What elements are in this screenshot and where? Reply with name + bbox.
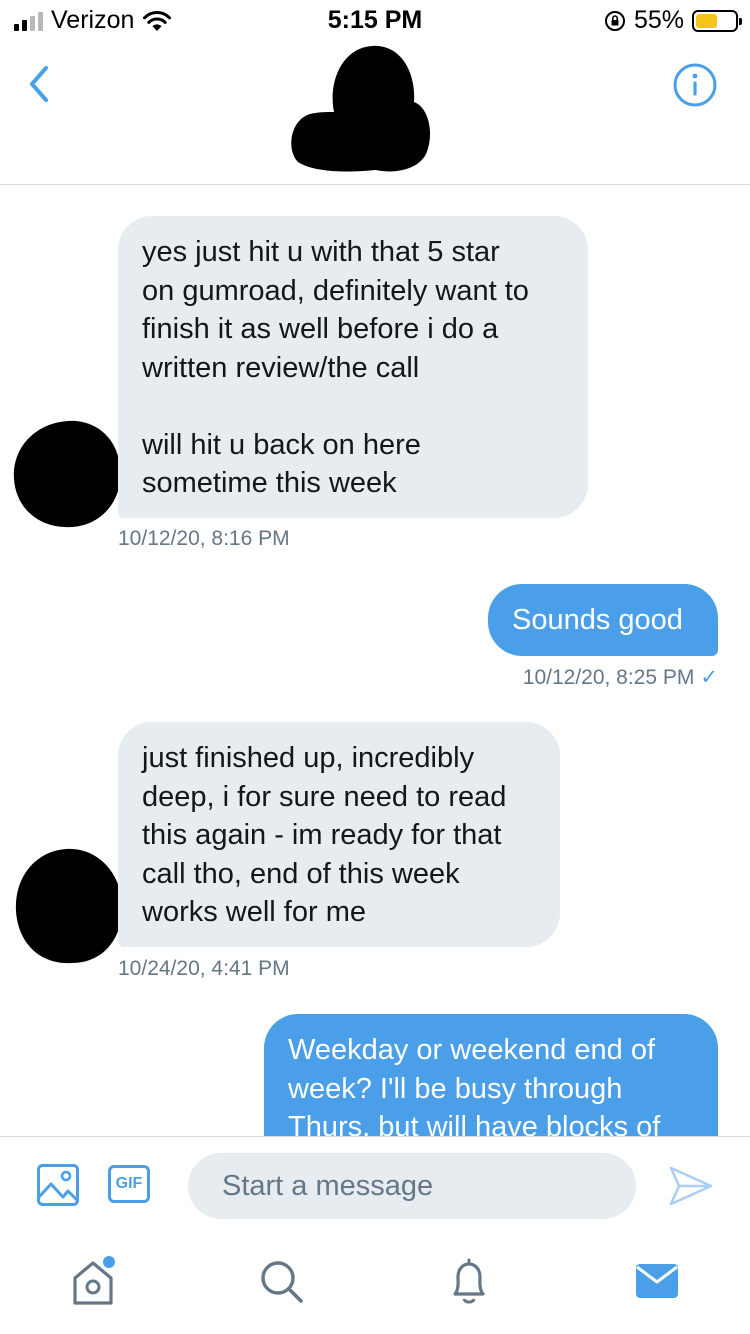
message-timestamp: 10/12/20, 8:16 PM — [118, 527, 290, 550]
message-bubble-incoming[interactable]: yes just hit u with that 5 star on gumro… — [118, 216, 588, 518]
gif-button[interactable]: GIF — [108, 1165, 150, 1203]
message-bubble-incoming[interactable]: just finished up, incredibly deep, i for… — [118, 722, 560, 947]
image-icon[interactable] — [36, 1163, 80, 1207]
send-icon[interactable] — [668, 1165, 714, 1207]
status-right: 55% — [604, 6, 742, 35]
info-icon[interactable] — [672, 62, 718, 108]
search-icon[interactable] — [254, 1254, 308, 1308]
message-thread[interactable]: yes just hit u with that 5 star on gumro… — [0, 185, 750, 1136]
conversation-header — [0, 40, 750, 185]
status-bar: Verizon 5:15 PM 55% — [0, 0, 750, 40]
read-receipt-icon: ✓ — [700, 666, 718, 689]
battery-level — [696, 13, 717, 28]
home-icon[interactable] — [66, 1254, 120, 1308]
battery-percent: 55% — [633, 6, 684, 34]
notification-dot — [103, 1256, 115, 1268]
message-bubble-outgoing[interactable]: Sounds good — [488, 584, 718, 656]
message-bubble-outgoing[interactable]: Weekday or weekend end of week? I'll be … — [264, 1014, 718, 1136]
orientation-lock-icon — [604, 10, 625, 31]
redacted-avatar — [291, 45, 430, 172]
mail-icon[interactable] — [630, 1254, 684, 1308]
battery-icon — [692, 9, 742, 32]
redacted-sender-avatar — [15, 848, 123, 964]
tab-bar — [0, 1236, 750, 1334]
bell-icon[interactable] — [442, 1254, 496, 1308]
message-timestamp: 10/12/20, 8:25 PM ✓ — [522, 666, 718, 689]
gif-label: GIF — [115, 1175, 143, 1192]
back-chevron-icon[interactable] — [22, 60, 58, 108]
message-composer: GIF — [0, 1136, 750, 1237]
message-timestamp: 10/24/20, 4:41 PM — [118, 957, 290, 980]
redacted-sender-avatar — [13, 420, 121, 528]
message-input[interactable] — [188, 1153, 636, 1219]
